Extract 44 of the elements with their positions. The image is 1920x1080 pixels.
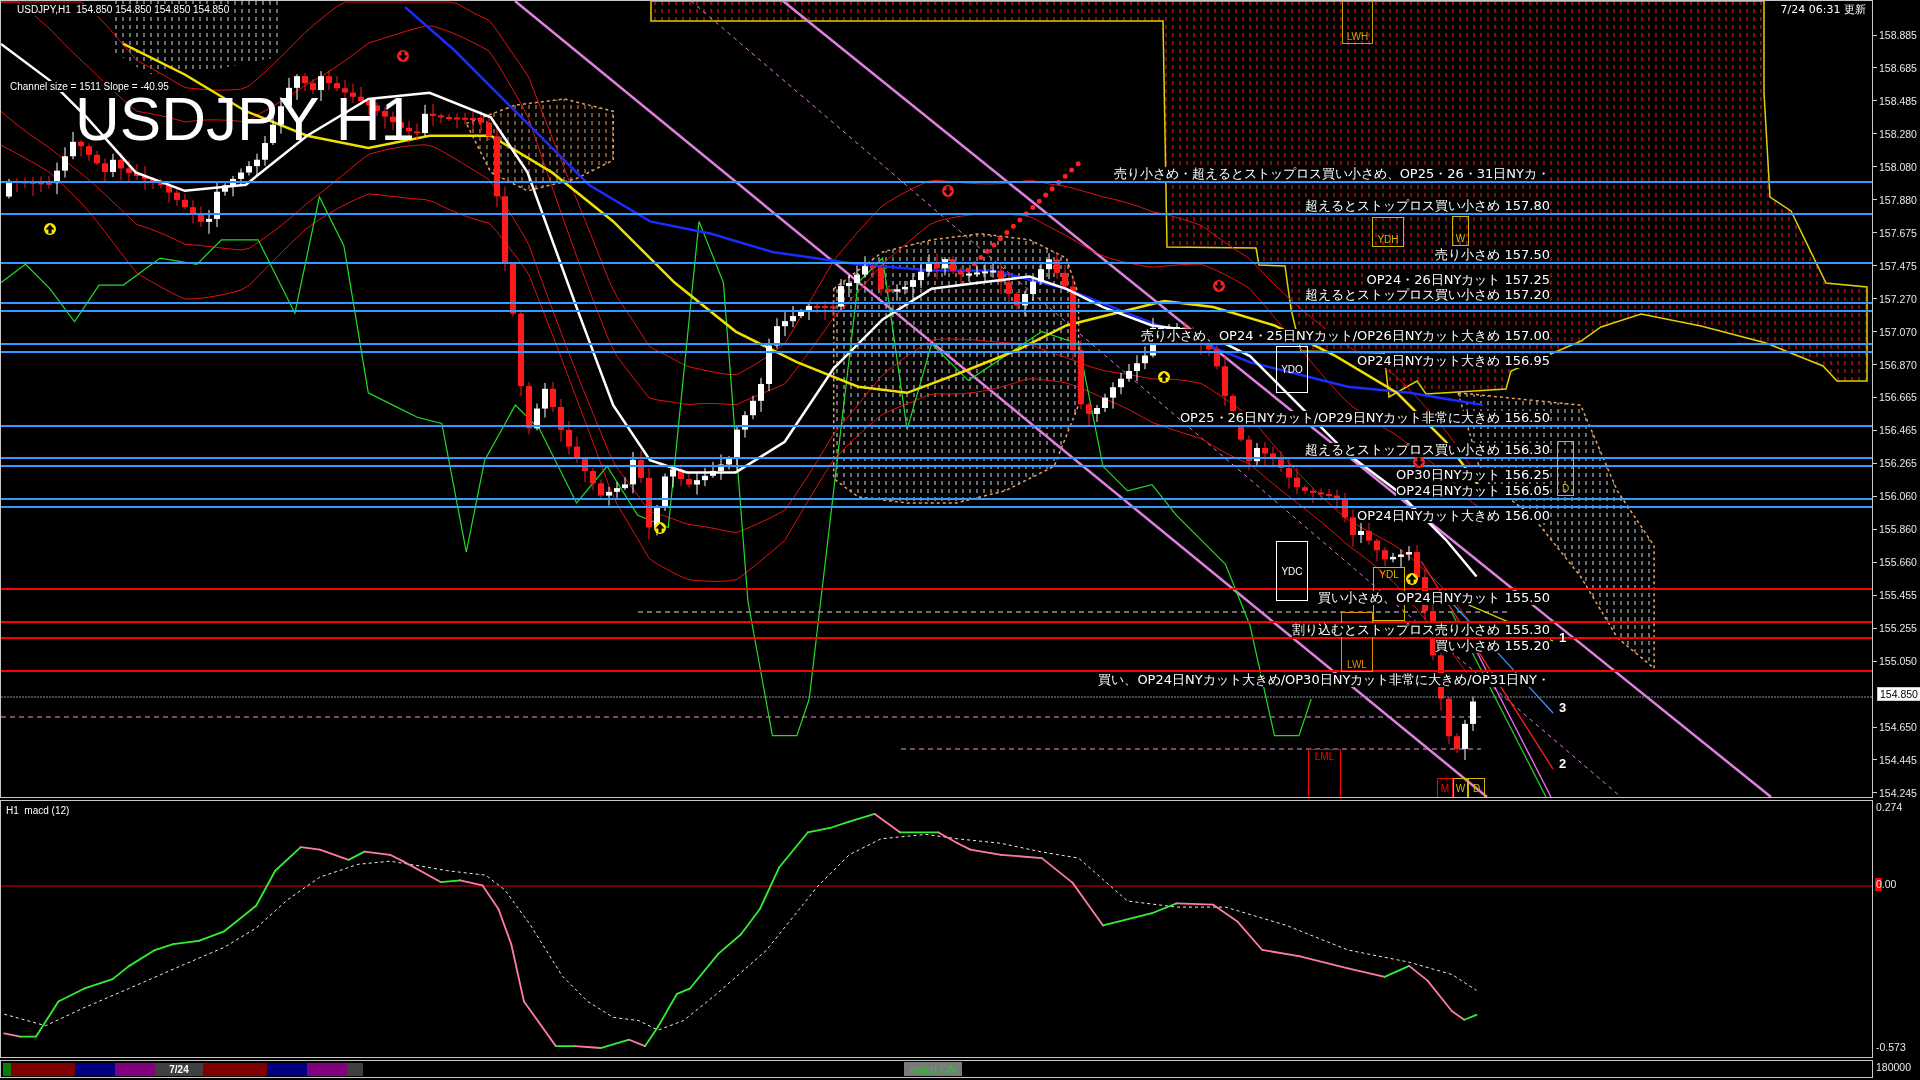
down-arrow-icon <box>1413 456 1425 468</box>
annotation-text: 超えるとストップロス買い小さめ 157.20 <box>1305 288 1550 302</box>
symbol-quote: USDJPY,H1 154.850 154.850 154.850 154.850 <box>17 4 230 16</box>
down-arrow-icon <box>397 50 409 62</box>
annotation-text: 売り小さめ、OP24・25日NYカット/OP26日NYカット大きめ 157.00 <box>1140 329 1550 343</box>
pivot-marker: YDH <box>1372 217 1404 247</box>
annotation-text: OP24・26日NYカット 157.25 <box>1366 273 1550 287</box>
annotation-text: 超えるとストップロス買い小さめ 156.30 <box>1305 443 1550 457</box>
pivot-marker: D <box>1468 778 1485 797</box>
pivot-marker: LWH <box>1342 1 1373 44</box>
annotation-text: OP30日NYカット 156.25 <box>1396 468 1550 482</box>
annotation-text: 売り小さめ 157.50 <box>1435 248 1550 262</box>
price-axis-label: 154.650 <box>1873 720 1917 734</box>
update-time: 7/24 06:31 更新 <box>1780 4 1866 16</box>
channel-number: 3 <box>1559 701 1567 715</box>
up-arrow-icon <box>654 522 666 534</box>
pivot-marker: LML <box>1308 749 1341 797</box>
pivot-marker: W <box>1452 216 1469 246</box>
annotation-text: 買い小さめ、OP24日NYカット 155.50 <box>1318 591 1550 605</box>
down-arrow-icon <box>1213 280 1225 292</box>
macd-axis-label: 0.274 <box>1875 801 1904 814</box>
annotation-text: 割り込むとストップロス売り小さめ 155.30 <box>1292 623 1550 637</box>
indicator-title: H1 macd (12) <box>6 805 70 816</box>
up-arrow-icon <box>1406 573 1418 585</box>
macd-axis-label: -0.573 <box>1875 1041 1907 1054</box>
pivot-marker: YDC <box>1276 541 1308 601</box>
annotation-text: 超えるとストップロス買い小さめ 157.80 <box>1305 199 1550 213</box>
macd-toggle-button[interactable]: macd ON <box>904 1062 963 1076</box>
up-arrow-icon <box>1158 371 1170 383</box>
channel-number: 2 <box>1559 757 1567 771</box>
annotation-text: OP24日NYカット 156.05 <box>1396 484 1550 498</box>
pivot-marker: D <box>1557 441 1574 496</box>
annotation-text: 買い小さめ 155.20 <box>1435 639 1550 653</box>
up-arrow-icon <box>44 223 56 235</box>
annotation-text: OP24日NYカット大きめ 156.00 <box>1357 509 1550 523</box>
pivot-marker: M <box>1437 778 1453 797</box>
annotation-text: OP25・26日NYカット/OP29日NYカット非常に大きめ 156.50 <box>1179 411 1550 425</box>
price-axis-label: 154.850 <box>1877 687 1920 702</box>
volume-axis-label: 180000 <box>1875 1060 1912 1075</box>
session-segment: 7/24 <box>155 1062 203 1076</box>
price-axis-label: 158.885 <box>1873 28 1917 42</box>
down-arrow-icon <box>942 185 954 197</box>
pivot-marker: W <box>1453 778 1468 797</box>
annotation-text: OP24日NYカット大きめ 156.95 <box>1357 354 1550 368</box>
